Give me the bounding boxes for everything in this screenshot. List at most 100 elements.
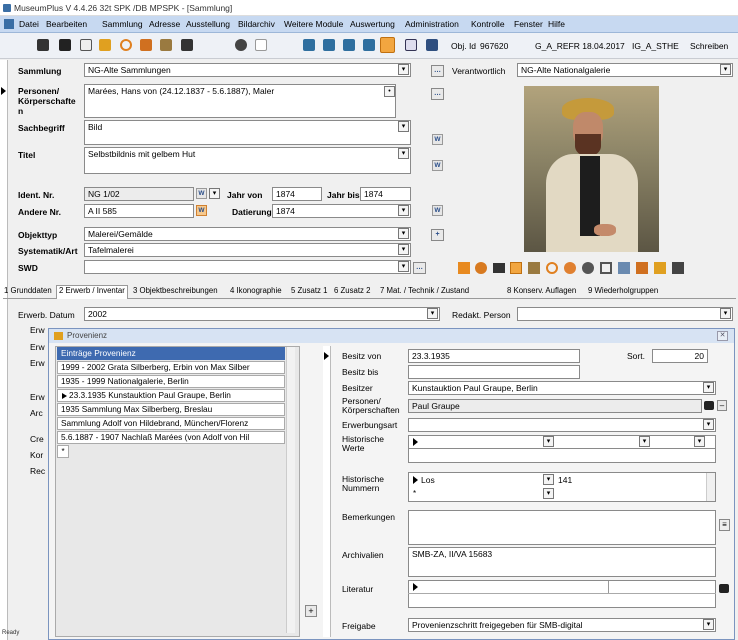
menu-administration[interactable]: Administration — [405, 19, 459, 29]
image-gallery-icon[interactable] — [636, 262, 648, 274]
menu-ausstellung[interactable]: Ausstellung — [186, 19, 230, 29]
personen-lookup-button[interactable]: … — [431, 88, 444, 100]
besitzer-dropdown-icon[interactable]: ▾ — [703, 382, 714, 393]
historische-werte-dropdown-2-icon[interactable]: ▾ — [639, 436, 650, 447]
sachbegriff-w-button[interactable]: W — [432, 134, 443, 145]
identnr-dropdown-icon[interactable]: ▾ — [209, 188, 220, 199]
bemerkungen-list-icon[interactable]: ≡ — [719, 519, 730, 531]
menu-auswertung[interactable]: Auswertung — [350, 19, 395, 29]
menu-fenster[interactable]: Fenster — [514, 19, 543, 29]
erwerb-datum-dropdown-icon[interactable]: ▾ — [427, 308, 438, 319]
verantwortlich-dropdown-icon[interactable]: ▾ — [720, 64, 731, 75]
jahr-bis-field[interactable]: 1874 — [360, 187, 411, 201]
systematik-field[interactable]: Tafelmalerei — [84, 243, 411, 257]
erwerbungsart-field[interactable] — [408, 418, 716, 432]
jahr-von-field[interactable]: 1874 — [272, 187, 322, 201]
redakt-person-field[interactable] — [517, 307, 733, 321]
historische-werte-dropdown-icon[interactable]: ▾ — [543, 436, 554, 447]
historische-nummern-typ-dropdown-icon[interactable]: ▾ — [543, 474, 554, 485]
erwerb-datum-field[interactable]: 2002 — [84, 307, 440, 321]
redakt-person-dropdown-icon[interactable]: ▾ — [720, 308, 731, 319]
last-record-icon[interactable] — [363, 39, 375, 51]
menu-kontrolle[interactable]: Kontrolle — [471, 19, 505, 29]
verantwortlich-field[interactable]: NG-Alte Nationalgalerie — [517, 63, 733, 77]
menu-weitere-module[interactable]: Weitere Module — [284, 19, 343, 29]
objekttyp-add-button[interactable]: + — [431, 229, 444, 241]
sachbegriff-field[interactable]: Bild — [84, 120, 411, 145]
prev-record-icon[interactable] — [323, 39, 335, 51]
artwork-image[interactable] — [524, 86, 659, 252]
historische-nummern-wert[interactable]: 141 — [558, 475, 572, 485]
datierung-field[interactable]: 1874 — [272, 204, 411, 218]
form-view-icon[interactable] — [380, 37, 395, 53]
image-camera-icon[interactable] — [493, 263, 505, 273]
tab-grunddaten[interactable]: 1 Grunddaten — [4, 286, 52, 295]
table-view-icon[interactable] — [426, 39, 438, 51]
provenienz-dialog[interactable]: Provenienz ✕ Einträge Provenienz 1999 - … — [48, 328, 735, 640]
historische-nummern-scrollbar[interactable] — [706, 473, 715, 501]
tab-zusatz-2[interactable]: 6 Zusatz 2 — [334, 286, 370, 295]
swd-lookup-button[interactable]: … — [413, 262, 426, 274]
provenienz-list-item[interactable]: 1935 - 1999 Nationalgalerie, Berlin — [57, 375, 285, 388]
andere-nr-w-button[interactable]: W — [196, 205, 207, 216]
list-view-icon[interactable] — [405, 39, 417, 51]
home-icon[interactable] — [140, 39, 152, 51]
provenienz-list-item[interactable]: Sammlung Adolf von Hildebrand, München/F… — [57, 417, 285, 430]
andere-nr-field[interactable]: A II 585 — [84, 204, 194, 218]
historische-nummern-typ[interactable]: Los — [421, 475, 435, 485]
image-settings-icon[interactable] — [582, 262, 594, 274]
remove-person-button[interactable]: – — [717, 400, 727, 411]
provenienz-new-row[interactable]: * — [57, 445, 69, 458]
menu-sammlung[interactable]: Sammlung — [102, 19, 143, 29]
historische-nummern-dropdown-2-icon[interactable]: ▾ — [543, 488, 554, 499]
refresh-icon[interactable] — [120, 39, 132, 51]
literatur-search-binoculars-icon[interactable] — [719, 584, 729, 593]
personen-expand-icon[interactable]: • — [384, 86, 395, 97]
objekttyp-dropdown-icon[interactable]: ▾ — [398, 228, 409, 239]
swd-dropdown-icon[interactable]: ▾ — [398, 261, 409, 272]
image-link-icon[interactable] — [546, 262, 558, 274]
image-frame-icon[interactable] — [600, 262, 612, 274]
besitz-von-field[interactable]: 23.3.1935 — [408, 349, 580, 363]
tab-ikonographie[interactable]: 4 Ikonographie — [230, 286, 282, 295]
provenienz-add-button[interactable]: + — [305, 605, 317, 617]
menu-adresse[interactable]: Adresse — [149, 19, 180, 29]
literatur-row[interactable] — [408, 580, 716, 594]
close-icon[interactable]: ✕ — [717, 331, 728, 341]
image-tools-icon[interactable] — [672, 262, 684, 274]
sachbegriff-dropdown-icon[interactable]: ▾ — [398, 121, 409, 132]
menu-hilfe[interactable]: Hilfe — [548, 19, 565, 29]
menu-datei[interactable]: Datei — [19, 19, 39, 29]
bemerkungen-field[interactable] — [408, 510, 716, 545]
titel-dropdown-icon[interactable]: ▾ — [398, 148, 409, 159]
identnr-field[interactable]: NG 1/02 — [84, 187, 194, 201]
columns-icon[interactable] — [80, 39, 92, 51]
tab-erwerb-inventar[interactable]: 2 Erwerb / Inventar — [56, 285, 128, 299]
sort-field[interactable]: 20 — [652, 349, 708, 363]
personen-field[interactable]: Marées, Hans von (24.12.1837 - 5.6.1887)… — [84, 84, 396, 118]
swd-field[interactable] — [84, 260, 411, 274]
datierung-dropdown-icon[interactable]: ▾ — [398, 205, 409, 216]
filter-icon[interactable] — [99, 39, 111, 51]
chart-icon[interactable] — [255, 39, 267, 51]
image-edit-icon[interactable] — [528, 262, 540, 274]
freigabe-field[interactable]: Provenienzschritt freigegeben für SMB-di… — [408, 618, 716, 632]
sammlung-lookup-button[interactable]: … — [431, 65, 444, 77]
image-view-icon[interactable] — [458, 262, 470, 274]
image-globe-icon[interactable] — [564, 262, 576, 274]
tab-konserv-auflagen[interactable]: 8 Konserv. Auflagen — [507, 286, 576, 295]
erwerbungsart-dropdown-icon[interactable]: ▾ — [703, 419, 714, 430]
settings-icon[interactable] — [235, 39, 247, 51]
historische-werte-row[interactable] — [408, 435, 716, 449]
image-list-icon[interactable] — [618, 262, 630, 274]
first-record-icon[interactable] — [303, 39, 315, 51]
image-select-icon[interactable] — [510, 262, 522, 274]
edit-icon[interactable] — [160, 39, 172, 51]
tab-objektbeschreibungen[interactable]: 3 Objektbeschreibungen — [133, 286, 218, 295]
provenienz-list-item-selected[interactable]: 23.3.1935 Kunstauktion Paul Graupe, Berl… — [57, 389, 285, 402]
provenienz-list-item[interactable]: 1935 Sammlung Max Silberberg, Breslau — [57, 403, 285, 416]
archivalien-field[interactable]: SMB-ZA, II/VA 15683 — [408, 547, 716, 577]
menu-bildarchiv[interactable]: Bildarchiv — [238, 19, 275, 29]
historische-nummern-new-row-icon[interactable]: * — [413, 489, 416, 498]
identnr-w-button[interactable]: W — [196, 188, 207, 199]
